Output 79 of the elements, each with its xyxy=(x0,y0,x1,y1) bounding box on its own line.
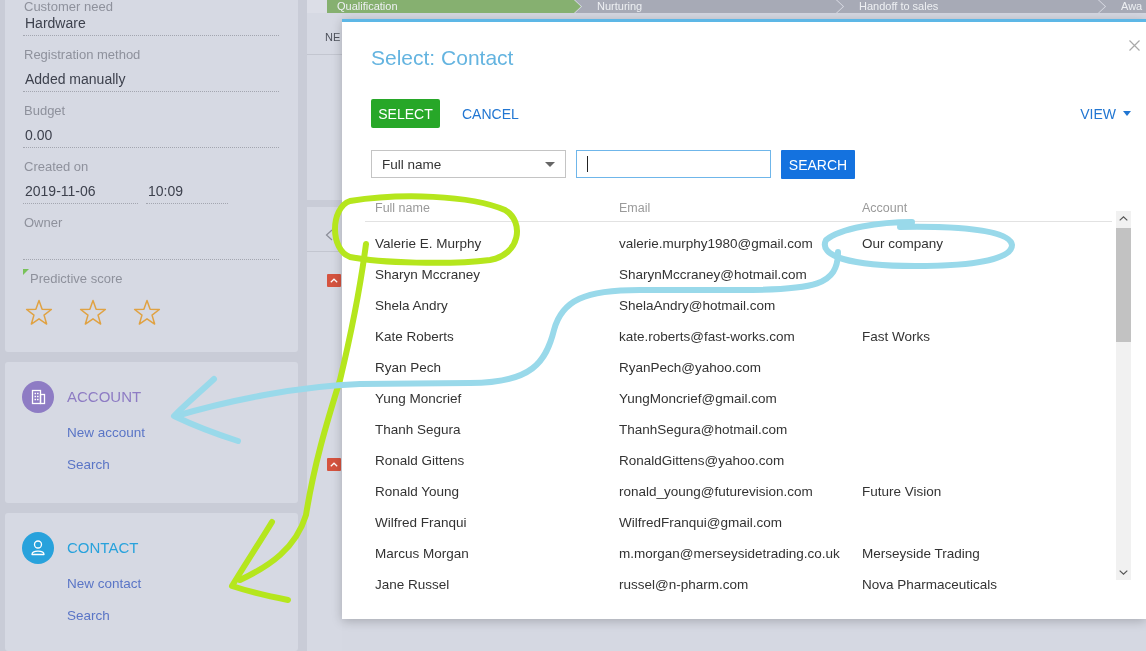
field-label: Owner xyxy=(23,214,64,232)
scroll-down-icon[interactable] xyxy=(1119,570,1128,575)
table-cell: Sharyn Mccraney xyxy=(375,266,481,283)
section-title: ACCOUNT xyxy=(67,387,142,407)
cancel-button[interactable]: CANCEL xyxy=(462,104,519,123)
corner-marker-icon xyxy=(23,269,29,275)
scroll-up-icon[interactable] xyxy=(1119,216,1128,221)
search-button[interactable]: SEARCH xyxy=(781,150,855,179)
form-field[interactable]: Hardware xyxy=(23,14,279,36)
table-cell: Ronald Gittens xyxy=(375,452,465,469)
column-header[interactable]: Full name xyxy=(375,200,430,216)
collapse-button[interactable] xyxy=(327,458,341,471)
dialog-title: Select: Contact xyxy=(371,46,514,70)
scrollbar[interactable] xyxy=(1116,211,1131,580)
table-cell: Thanh Segura xyxy=(375,421,461,438)
table-cell: Wilfred Franqui xyxy=(375,514,467,531)
text-cursor-icon xyxy=(587,156,588,172)
table-cell: ThanhSegura@hotmail.com xyxy=(619,421,788,438)
sidebar-link[interactable]: New account xyxy=(67,423,146,443)
table-cell: WilfredFranqui@gmail.com xyxy=(619,514,782,531)
chevron-left-icon[interactable] xyxy=(325,229,333,241)
table-cell: valerie.murphy1980@gmail.com xyxy=(619,235,813,252)
section-title: CONTACT xyxy=(67,538,139,558)
star-icon[interactable] xyxy=(25,299,53,326)
table-cell: Jane Russel xyxy=(375,576,450,593)
view-menu[interactable]: VIEW xyxy=(1080,104,1131,123)
scrollbar-thumb[interactable] xyxy=(1116,228,1131,342)
stage-tab[interactable]: Awa xyxy=(1099,0,1146,13)
table-cell: Valerie E. Murphy xyxy=(375,235,482,252)
field-label: Predictive score xyxy=(29,270,123,288)
close-icon[interactable] xyxy=(1129,40,1140,51)
form-field[interactable]: 2019-11-06 xyxy=(23,179,138,204)
column-header[interactable]: Account xyxy=(862,200,908,216)
table-cell: Ryan Pech xyxy=(375,359,442,376)
table-cell: RyanPech@yahoo.com xyxy=(619,359,762,376)
table-cell: Marcus Morgan xyxy=(375,545,469,562)
column-header[interactable]: Email xyxy=(619,200,651,216)
caret-icon xyxy=(1123,111,1131,116)
table-cell: Future Vision xyxy=(862,483,942,500)
table-cell: Merseyside Trading xyxy=(862,545,980,562)
star-icon[interactable] xyxy=(133,299,161,326)
stage-tab[interactable]: Handoff to sales xyxy=(837,0,1105,13)
table-cell: Shela Andry xyxy=(375,297,448,314)
sidebar-link[interactable]: Search xyxy=(67,606,110,626)
star-rating[interactable] xyxy=(23,299,161,326)
stage-tab[interactable]: Nurturing xyxy=(575,0,843,13)
field-label: Budget xyxy=(23,102,67,120)
stage-tab[interactable]: Qualification xyxy=(327,0,581,13)
table-cell: Nova Pharmaceuticals xyxy=(862,576,998,593)
table-cell: Fast Works xyxy=(862,328,930,345)
collapse-button[interactable] xyxy=(327,274,341,287)
table-cell: Yung Moncrief xyxy=(375,390,462,407)
table-cell: kate.roberts@fast-works.com xyxy=(619,328,795,345)
time-field[interactable]: 10:09 xyxy=(146,179,228,204)
sidebar-link[interactable]: New contact xyxy=(67,574,142,594)
table-cell: ShelaAndry@hotmail.com xyxy=(619,297,776,314)
table-cell: Our company xyxy=(862,235,944,252)
sidebar-link[interactable]: Search xyxy=(67,455,110,475)
table-cell: ronald_young@futurevision.com xyxy=(619,483,813,500)
star-icon[interactable] xyxy=(79,299,107,326)
table-cell: russel@n-pharm.com xyxy=(619,576,749,593)
form-field[interactable]: 0.00 xyxy=(23,123,279,148)
column-dropdown[interactable]: Full name xyxy=(371,150,566,178)
caret-icon xyxy=(545,161,555,167)
field-label: Customer need xyxy=(23,0,114,14)
table-cell: Kate Roberts xyxy=(375,328,454,345)
field-label: Registration method xyxy=(23,46,142,64)
table-cell: YungMoncrief@gmail.com xyxy=(619,390,777,407)
tab[interactable]: NE xyxy=(325,29,341,44)
form-field[interactable]: Added manually xyxy=(23,67,279,92)
search-field[interactable] xyxy=(576,150,771,178)
table-cell: SharynMccraney@hotmail.com xyxy=(619,266,807,283)
table-cell: Ronald Young xyxy=(375,483,460,500)
field-label: Created on xyxy=(23,158,90,176)
chevron-up-icon xyxy=(330,278,338,283)
chevron-up-icon xyxy=(330,462,338,467)
select-button[interactable]: SELECT xyxy=(371,99,440,128)
table-cell: RonaldGittens@yahoo.com xyxy=(619,452,785,469)
table-cell: m.morgan@merseysidetrading.co.uk xyxy=(619,545,840,562)
